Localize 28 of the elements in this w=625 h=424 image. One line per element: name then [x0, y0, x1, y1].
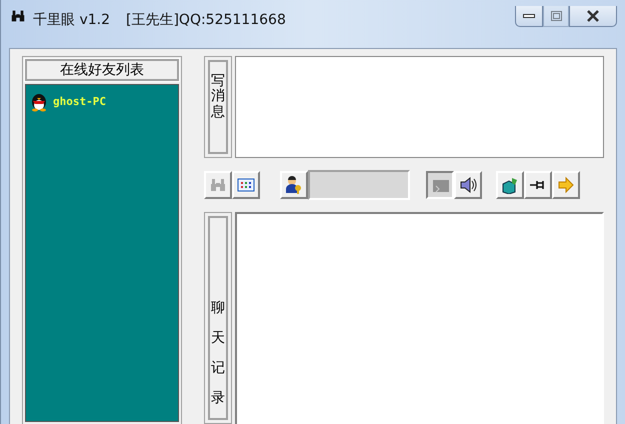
history-tab[interactable]: 聊天记录	[204, 212, 232, 424]
close-button[interactable]	[569, 6, 617, 27]
close-icon	[586, 10, 600, 22]
user-key-button[interactable]	[280, 171, 308, 199]
cube-button[interactable]	[496, 171, 524, 199]
grid-icon	[237, 176, 255, 194]
arrow-icon	[557, 176, 575, 194]
compose-tab[interactable]: 写消息	[204, 56, 232, 158]
screen-icon	[432, 177, 450, 195]
status-field[interactable]	[308, 170, 410, 200]
pin-button[interactable]	[524, 171, 552, 199]
maximize-icon	[550, 11, 562, 21]
friend-item[interactable]: ghost-PC	[53, 94, 106, 108]
account-label: [王先生]QQ:525111668	[126, 11, 286, 29]
window-title: 千里眼 v1.2	[33, 11, 110, 29]
message-input[interactable]	[235, 56, 604, 158]
binoculars-icon	[9, 8, 27, 24]
cube-icon	[501, 176, 519, 194]
arrow-button[interactable]	[552, 171, 580, 199]
binoculars-icon	[209, 176, 227, 194]
friend-list-header[interactable]: 在线好友列表	[25, 59, 179, 81]
speaker-icon	[459, 176, 477, 194]
speaker-button[interactable]	[454, 171, 482, 199]
minimize-icon	[523, 13, 535, 19]
grid-button[interactable]	[232, 171, 260, 199]
screen-button[interactable]	[426, 171, 454, 199]
person-key-icon	[285, 176, 303, 194]
minimize-button[interactable]	[515, 6, 543, 27]
